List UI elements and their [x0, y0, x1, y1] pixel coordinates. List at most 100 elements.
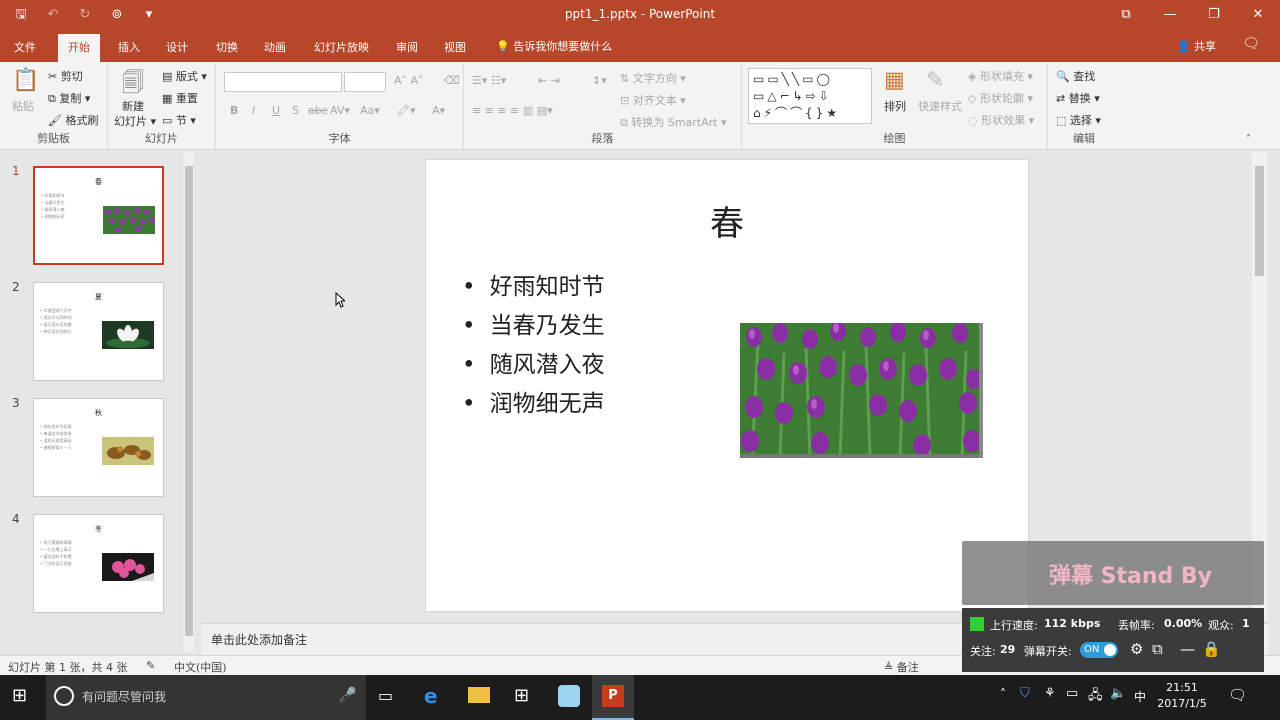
alignment-icons[interactable]: ≡ ≡ ≡ ≡ ▥ ▤▾	[472, 104, 553, 117]
bilibili-app-icon[interactable]	[548, 675, 590, 720]
slide-thumbnail-2[interactable]: 夏 • 毕竟西湖六月中 • 风光不与四时同 • 接天莲叶无穷碧 • 映日荷花别样红	[33, 282, 164, 381]
strikethrough-button[interactable]: abc	[308, 104, 328, 117]
tab-review[interactable]: 审阅	[386, 36, 428, 62]
windows-start-icon[interactable]: ⊞	[12, 685, 27, 706]
slide-thumbnail-4[interactable]: 冬 • 雨只黄鹂鸣翠柳 • 一行白鹭上青天 • 窗含西岭千秋雪 • 门泊东吴万里船	[33, 514, 164, 613]
slide-bullet-list[interactable]: 好雨知时节 当春乃发生 随风潜入夜 润物细无声	[462, 268, 605, 424]
tulip-image[interactable]	[740, 323, 983, 458]
tab-transitions[interactable]: 切换	[206, 36, 248, 62]
bold-button[interactable]: B	[230, 104, 238, 117]
arrange-button[interactable]: 排列	[884, 98, 906, 114]
spell-check-icon[interactable]: ✎	[146, 659, 155, 672]
underline-button[interactable]: U	[272, 104, 280, 117]
show-hidden-icons-icon[interactable]: ˄	[1000, 687, 1006, 701]
grow-font-button[interactable]: A˄ A˅	[394, 74, 424, 87]
new-slide-label-2[interactable]: 幻灯片 ▾	[114, 113, 156, 129]
shape-fill-button[interactable]: ◈ 形状填充 ▾	[968, 68, 1033, 84]
paste-label[interactable]: 粘贴	[12, 98, 34, 114]
tab-slideshow[interactable]: 幻灯片放映	[304, 36, 379, 62]
text-direction-button[interactable]: ⇅ 文字方向 ▾	[620, 70, 686, 86]
italic-button[interactable]: I	[252, 104, 255, 117]
shape-outline-button[interactable]: ◇ 形状轮廓 ▾	[968, 90, 1033, 106]
notes-toggle-button[interactable]: ≜ 备注	[884, 659, 919, 675]
upload-speed-label: 上行速度:	[990, 619, 1038, 632]
tab-file[interactable]: 文件	[4, 36, 46, 62]
settings-gear-icon[interactable]: ⚙	[1130, 640, 1143, 658]
highlight-icon[interactable]: 🖍▾	[396, 104, 416, 117]
shield-icon[interactable]: ⛉	[1020, 686, 1030, 701]
align-text-button[interactable]: ⊡ 对齐文本 ▾	[620, 92, 686, 108]
thumbnail-scrollbar[interactable]	[182, 152, 194, 652]
slide-thumbnail-3[interactable]: 秋 • 独在异乡为异客 • 每逢佳节倍思亲 • 遥知兄弟登高处 • 遍插茱萸少一人	[33, 398, 164, 497]
thumbnail-scroll-thumb[interactable]	[185, 166, 193, 636]
font-color-icon[interactable]: A▾	[432, 104, 445, 117]
file-explorer-icon[interactable]	[458, 675, 500, 720]
share-button[interactable]: 👤 共享	[1177, 38, 1216, 54]
cortana-search-box[interactable]: 有问题尽管问我 🎤	[46, 675, 366, 720]
task-view-icon[interactable]: ▭	[366, 675, 408, 720]
copy-button[interactable]: ⧉ 复制 ▾	[48, 90, 90, 106]
slide-title[interactable]: 春	[426, 196, 1028, 245]
replace-button[interactable]: ⇄ 替换 ▾	[1056, 90, 1100, 106]
select-button[interactable]: ⬚ 选择 ▾	[1056, 112, 1101, 128]
tab-view[interactable]: 视图	[434, 36, 476, 62]
quick-styles-button[interactable]: 快速样式	[918, 98, 962, 114]
change-case-button[interactable]: Aa▾	[360, 104, 380, 117]
action-center-icon[interactable]: 🗨	[1228, 686, 1247, 704]
font-size-box[interactable]	[344, 72, 386, 92]
indent-icon[interactable]: ⇤ ⇥	[538, 74, 560, 87]
powerpoint-app-icon[interactable]: P	[592, 675, 634, 720]
system-clock[interactable]: 21:51 2017/1/5	[1152, 680, 1212, 712]
current-slide[interactable]: 春 好雨知时节 当春乃发生 随风潜入夜 润物细无声	[426, 160, 1028, 611]
section-button[interactable]: ▭ 节 ▾	[162, 112, 196, 128]
tab-design[interactable]: 设计	[156, 36, 198, 62]
ime-indicator[interactable]: 中	[1134, 688, 1146, 705]
font-name-box[interactable]	[224, 72, 342, 92]
quick-styles-icon[interactable]: ✎	[926, 68, 944, 93]
thumb-title: 秋	[95, 409, 102, 417]
minimize-icon[interactable]: —	[1148, 0, 1192, 30]
reset-button[interactable]: ▦ 重置	[162, 90, 198, 106]
edge-browser-icon[interactable]: e	[412, 675, 454, 720]
ribbon-display-icon[interactable]: ⧉	[1104, 0, 1148, 30]
layout-button[interactable]: ▤ 版式 ▾	[162, 68, 207, 84]
slide-count-status: 幻灯片 第 1 张，共 4 张	[8, 661, 128, 674]
slide-scroll-thumb[interactable]	[1255, 166, 1264, 276]
tab-insert[interactable]: 插入	[108, 36, 150, 62]
collapse-ribbon-icon[interactable]: ˄	[1246, 134, 1251, 145]
format-painter-button[interactable]: 🖌 格式刷	[48, 112, 98, 128]
tab-home[interactable]: 开始	[58, 34, 100, 62]
new-slide-label[interactable]: 新建	[122, 98, 144, 114]
arrange-icon[interactable]: ▦	[884, 68, 905, 93]
screen-share-icon[interactable]: ⧉	[1152, 640, 1163, 658]
char-spacing-button[interactable]: AV▾	[330, 104, 350, 117]
shadow-button[interactable]: S	[292, 104, 299, 117]
clear-format-icon[interactable]: ⌫	[444, 74, 460, 87]
close-icon[interactable]: ✕	[1236, 0, 1280, 30]
smartart-button[interactable]: ⧉ 转换为 SmartArt ▾	[620, 114, 727, 130]
slide-thumbnail-1[interactable]: 春 • 好雨知时节 • 当春乃发生 • 随风潜入夜 • 润物细无声	[33, 166, 164, 265]
store-icon[interactable]: ⊞	[502, 675, 544, 720]
cut-button[interactable]: ✂ 剪切	[48, 68, 83, 84]
restore-icon[interactable]: ❐	[1192, 0, 1236, 30]
minimize-panel-icon[interactable]: —	[1180, 640, 1195, 658]
tell-me-box[interactable]: 💡 告诉我你想要做什么	[496, 38, 612, 54]
comments-icon[interactable]: 🗨	[1242, 36, 1260, 52]
line-spacing-icon[interactable]: ↕▾	[592, 74, 607, 87]
tray-app-icon[interactable]: ⚘	[1044, 686, 1056, 701]
paste-icon[interactable]: 📋	[12, 68, 39, 93]
network-icon[interactable]: 🖧	[1088, 686, 1103, 708]
volume-icon[interactable]: 🔈	[1110, 686, 1126, 701]
tab-animations[interactable]: 动画	[254, 36, 296, 62]
shape-effects-button[interactable]: ◌ 形状效果 ▾	[968, 112, 1034, 128]
microphone-icon[interactable]: 🎤	[338, 686, 357, 704]
danmaku-toggle[interactable]: ON	[1080, 642, 1118, 658]
find-button[interactable]: 🔍 查找	[1056, 68, 1095, 84]
lock-icon[interactable]: 🔒	[1202, 640, 1221, 658]
bullets-icon[interactable]: ☰▾ ☷▾	[472, 74, 506, 87]
shapes-gallery[interactable]: ▭▭╲╲▭◯ ▭△⌐↳⇨⇩ ⌂⚡⌒⌒{}★	[748, 68, 872, 124]
cortana-icon	[54, 686, 74, 706]
thumb-number: 3	[12, 396, 20, 410]
language-status[interactable]: 中文(中国)	[174, 659, 227, 675]
battery-icon[interactable]: ▭	[1066, 686, 1078, 701]
